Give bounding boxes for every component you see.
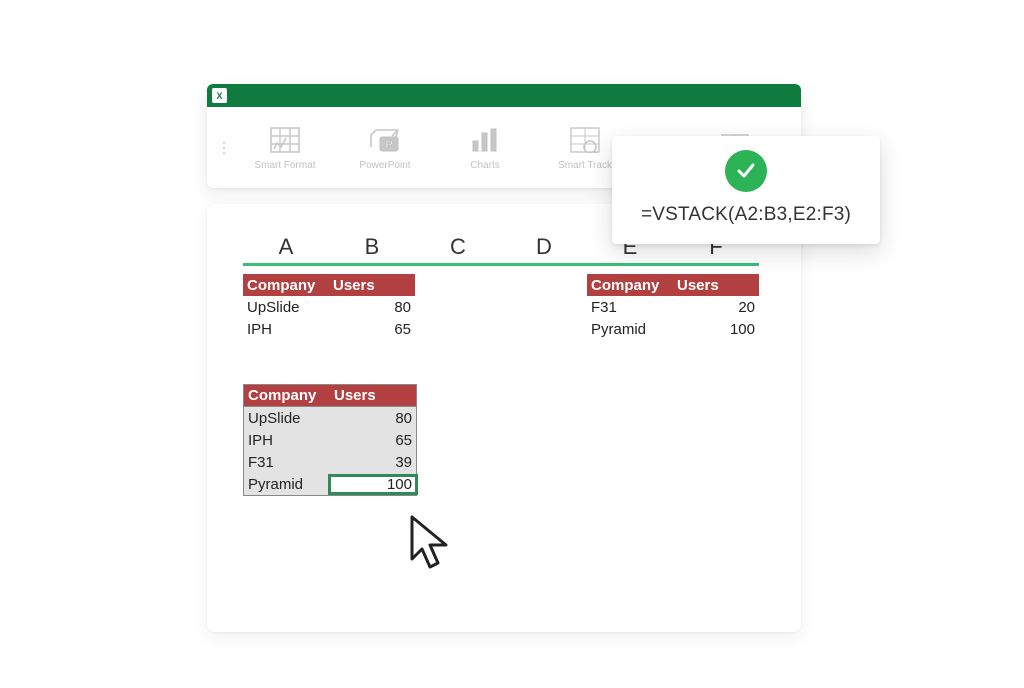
table-row: Pyramid 100 xyxy=(244,473,416,495)
header-users[interactable]: Users xyxy=(329,277,415,294)
cell-users[interactable]: 80 xyxy=(329,299,415,316)
source-table-a: Company Users UpSlide 80 IPH 65 xyxy=(243,274,415,340)
table-row: F31 39 xyxy=(244,451,416,473)
bar-chart-icon xyxy=(467,124,503,156)
ribbon-powerpoint[interactable]: P PowerPoint xyxy=(335,124,435,171)
excel-glyph: X xyxy=(216,91,222,101)
table-row: IPH 65 xyxy=(244,429,416,451)
table-row: Pyramid 100 xyxy=(587,318,759,340)
table-row: UpSlide 80 xyxy=(244,407,416,429)
formula-popup: =VSTACK(A2:B3,E2:F3) xyxy=(612,136,880,244)
ribbon-smart-format[interactable]: Smart Format xyxy=(235,124,335,171)
result-selection[interactable]: Company Users UpSlide 80 IPH 65 F31 39 P… xyxy=(243,384,417,496)
ribbon-charts[interactable]: Charts xyxy=(435,124,535,171)
header-company[interactable]: Company xyxy=(244,387,330,404)
col-header-C[interactable]: C xyxy=(415,234,501,266)
ribbon-item-label: PowerPoint xyxy=(359,160,410,171)
table-row: F31 20 xyxy=(587,296,759,318)
ribbon-item-label: Smart Format xyxy=(254,160,315,171)
smart-track-icon xyxy=(567,124,603,156)
success-check-icon xyxy=(725,150,767,192)
cell-users[interactable]: 100 xyxy=(673,321,759,338)
powerpoint-icon: P xyxy=(367,124,403,156)
col-header-B[interactable]: B xyxy=(329,234,415,266)
table-header-row: Company Users xyxy=(587,274,759,296)
active-cell[interactable]: 100 xyxy=(330,476,416,493)
ribbon-item-label: Charts xyxy=(470,160,499,171)
mouse-cursor-icon xyxy=(408,515,454,578)
cell-users[interactable]: 80 xyxy=(330,410,416,427)
svg-text:P: P xyxy=(385,139,392,151)
cell-users[interactable]: 20 xyxy=(673,299,759,316)
spreadsheet-card: A B C D E F Company Users UpSlide 80 IPH… xyxy=(207,204,801,632)
cell-users[interactable]: 65 xyxy=(329,321,415,338)
excel-icon: X xyxy=(212,88,227,103)
header-users[interactable]: Users xyxy=(673,277,759,294)
formula-text: =VSTACK(A2:B3,E2:F3) xyxy=(641,204,851,226)
ribbon-item-label: Smart Track xyxy=(558,160,612,171)
table-header-row: Company Users xyxy=(243,274,415,296)
header-company[interactable]: Company xyxy=(587,277,673,294)
table-header-row: Company Users xyxy=(244,385,416,407)
cell-company[interactable]: F31 xyxy=(587,299,673,316)
col-header-D[interactable]: D xyxy=(501,234,587,266)
cell-company[interactable]: Pyramid xyxy=(587,321,673,338)
cell-users[interactable]: 39 xyxy=(330,454,416,471)
cell-company[interactable]: UpSlide xyxy=(243,299,329,316)
cell-company[interactable]: UpSlide xyxy=(244,410,330,427)
header-users[interactable]: Users xyxy=(330,387,416,404)
cell-company[interactable]: F31 xyxy=(244,454,330,471)
titlebar: X xyxy=(207,84,801,107)
header-company[interactable]: Company xyxy=(243,277,329,294)
source-table-b: Company Users F31 20 Pyramid 100 xyxy=(587,274,759,340)
cell-company[interactable]: Pyramid xyxy=(244,476,330,493)
cell-users[interactable]: 65 xyxy=(330,432,416,449)
ribbon-more-icon[interactable]: ⋮ xyxy=(207,138,235,158)
grid-icon xyxy=(267,124,303,156)
cell-company[interactable]: IPH xyxy=(243,321,329,338)
col-header-A[interactable]: A xyxy=(243,234,329,266)
table-row: IPH 65 xyxy=(243,318,415,340)
table-row: UpSlide 80 xyxy=(243,296,415,318)
cell-company[interactable]: IPH xyxy=(244,432,330,449)
